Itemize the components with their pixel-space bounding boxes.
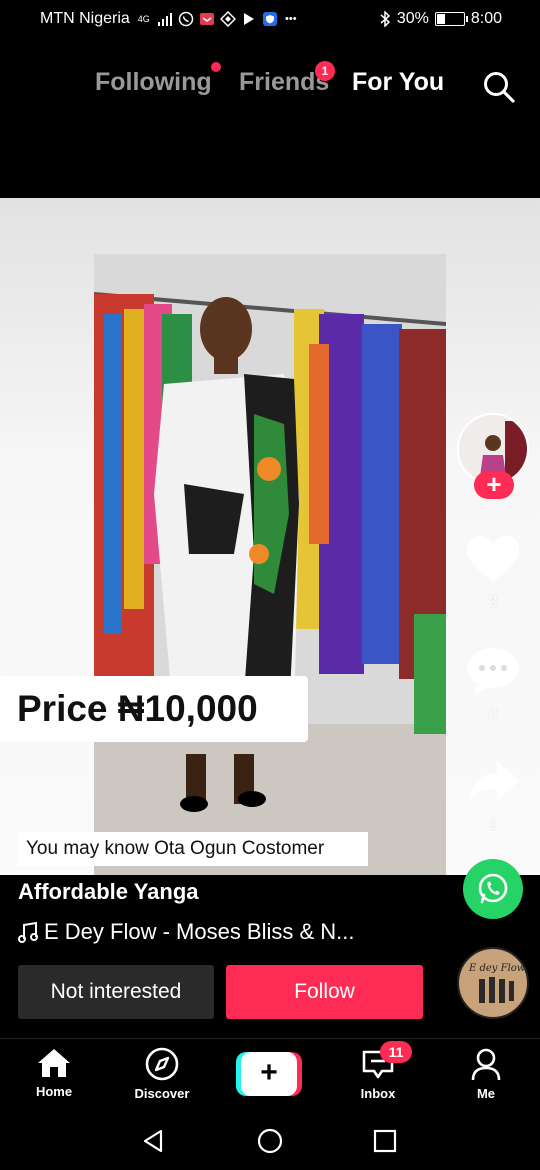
- music-note-icon: [18, 921, 38, 943]
- whatsapp-share-button[interactable]: [463, 859, 523, 919]
- comment-icon[interactable]: [465, 645, 521, 697]
- svg-text:E dey Flow: E dey Flow: [468, 963, 526, 974]
- creator-avatar[interactable]: +: [457, 413, 529, 499]
- creator-username[interactable]: Affordable Yanga: [18, 879, 199, 905]
- network-type-icon: 4G: [137, 14, 150, 24]
- share-icon[interactable]: [465, 757, 521, 807]
- music-disc-art: E dey Flow: [459, 949, 527, 1017]
- share-action[interactable]: 1: [460, 757, 526, 834]
- heart-icon[interactable]: [464, 533, 522, 585]
- status-icons: 4G •••: [136, 11, 299, 27]
- nav-home[interactable]: Home: [14, 1047, 94, 1099]
- battery-icon: [434, 12, 468, 26]
- bluetooth-icon: [380, 11, 390, 27]
- nav-me[interactable]: Me: [446, 1047, 526, 1101]
- status-right: 30% 8:00: [379, 10, 502, 28]
- back-icon[interactable]: [140, 1128, 166, 1154]
- music-disc[interactable]: E dey Flow: [457, 947, 529, 1019]
- inbox-badge: 11: [380, 1041, 412, 1063]
- home-icon: [38, 1049, 70, 1077]
- status-left: MTN Nigeria 4G •••: [40, 10, 299, 28]
- follow-plus-button[interactable]: +: [474, 471, 514, 499]
- follow-button[interactable]: Follow: [226, 965, 423, 1019]
- comment-action[interactable]: 0: [460, 645, 526, 724]
- friends-badge: 1: [315, 61, 335, 81]
- video-image: [94, 254, 446, 875]
- video-frame: [94, 254, 446, 875]
- more-notifications-icon: •••: [285, 13, 297, 25]
- like-count: 3: [488, 594, 498, 611]
- whatsapp-notification-icon: [178, 11, 194, 27]
- music-title: E Dey Flow - Moses Bliss & N...: [44, 919, 355, 944]
- status-bar: MTN Nigeria 4G ••• 30% 8:00: [0, 0, 540, 38]
- profile-icon: [471, 1048, 501, 1081]
- tab-friends[interactable]: Friends 1: [239, 61, 335, 97]
- top-nav: Following Friends 1 For You: [0, 60, 540, 110]
- search-icon[interactable]: [482, 70, 516, 104]
- share-count: 1: [488, 816, 498, 833]
- bottom-nav: Home Discover + 11 Inbox Me: [0, 1038, 540, 1110]
- signal-icon: [157, 13, 172, 26]
- like-action[interactable]: 3: [460, 533, 526, 612]
- whatsapp-icon: [478, 873, 508, 904]
- plus-icon: +: [241, 1052, 297, 1096]
- nav-home-label: Home: [35, 1084, 73, 1099]
- app-notification-icon: [199, 13, 214, 25]
- clock: 8:00: [470, 10, 502, 27]
- tab-following[interactable]: Following: [95, 62, 221, 97]
- tab-following-label: Following: [95, 68, 212, 96]
- nav-discover-label: Discover: [134, 1086, 190, 1101]
- following-notification-dot: [211, 62, 221, 72]
- nav-inbox[interactable]: 11 Inbox: [338, 1041, 418, 1101]
- comment-count: 0: [488, 706, 498, 723]
- video-player[interactable]: Price ₦10,000 You may know Ota Ogun Cost…: [0, 198, 540, 875]
- home-circle-icon[interactable]: [257, 1128, 283, 1154]
- nav-inbox-label: Inbox: [360, 1086, 396, 1101]
- nav-discover[interactable]: Discover: [122, 1047, 202, 1101]
- music-info[interactable]: E Dey Flow - Moses Bliss & N...: [18, 919, 355, 945]
- nav-me-label: Me: [476, 1086, 496, 1101]
- carrier-name: MTN Nigeria: [40, 10, 130, 27]
- not-interested-button[interactable]: Not interested: [18, 965, 214, 1019]
- create-button[interactable]: +: [236, 1052, 302, 1096]
- shield-app-icon: [262, 12, 277, 26]
- suggestion-label[interactable]: You may know Ota Ogun Costomer: [18, 832, 368, 866]
- tab-for-you-label: For You: [352, 68, 445, 96]
- compass-icon: [145, 1047, 179, 1081]
- price-sticker: Price ₦10,000: [0, 676, 308, 742]
- recents-icon[interactable]: [372, 1128, 398, 1154]
- tab-for-you[interactable]: For You: [352, 68, 444, 97]
- diamond-app-icon: [219, 11, 236, 27]
- battery-percent: 30%: [396, 10, 429, 27]
- system-nav-bar: [0, 1110, 540, 1170]
- play-app-icon: [243, 13, 254, 25]
